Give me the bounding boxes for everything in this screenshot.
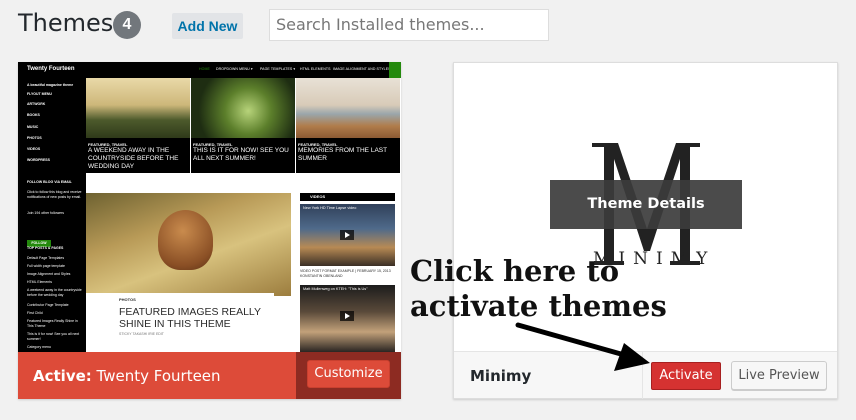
videos-heading: VIDEOS: [300, 193, 395, 201]
screenshot-tagline: A beautiful magazine theme: [27, 83, 74, 87]
theme-card-minimy[interactable]: MINIMY Theme Details Minimy Activate Liv…: [453, 62, 838, 399]
annotation-line: activate themes: [410, 289, 667, 323]
top-post-link: HTML Elements: [27, 280, 52, 284]
video-title: Matt Mullenweg on KTEH: "This is Us": [303, 287, 368, 291]
customize-button[interactable]: Customize: [307, 360, 390, 388]
video-title: New York HD Time Lapse video: [303, 206, 357, 210]
post-meta: STICKY TAKASHI IRIE EDIT: [119, 332, 164, 336]
featured-title: THIS IS IT FOR NOW! SEE YOU ALL NEXT SUM…: [193, 147, 289, 162]
featured-image-pier: [296, 78, 400, 138]
featured-caption: FEATURED, TRAVEL MEMORIES FROM THE LAST …: [296, 138, 400, 173]
top-post-link: First Child: [27, 311, 43, 315]
follow-heading: FOLLOW BLOG VIA EMAIL: [27, 180, 72, 184]
screenshot-nav-item: IMAGE ALIGNMENT AND STYLES: [333, 67, 391, 71]
post-category: PHOTOS: [119, 297, 136, 302]
theme-screenshot[interactable]: Twenty Fourteen HOME DROPDOWN MENU ▾ PAG…: [18, 62, 401, 352]
video-thumbnail: New York HD Time Lapse video: [300, 204, 395, 266]
top-post-link: This is it for now! See you all next sum…: [27, 332, 80, 341]
footer-divider: [642, 352, 643, 399]
featured-image-countryside: [86, 78, 190, 138]
follow-text: Click to follow this blog and receive no…: [27, 190, 82, 199]
live-preview-button[interactable]: Live Preview: [731, 361, 827, 390]
screenshot-brand: Twenty Fourteen: [27, 66, 75, 72]
play-icon: [340, 311, 354, 321]
top-post-link: Contributor Page Template: [27, 303, 69, 307]
videos-widget: VIDEOS New York HD Time Lapse video VIDE…: [298, 189, 401, 352]
search-input[interactable]: Search Installed themes...: [269, 9, 549, 41]
screenshot-nav-item: PAGE TEMPLATES ▾: [260, 67, 296, 71]
customize-area: Customize: [296, 352, 401, 399]
sidebar-menu-item: MUSIC: [27, 125, 39, 129]
theme-card-footer: Minimy Activate Live Preview: [454, 351, 837, 399]
theme-name: Minimy: [470, 367, 532, 385]
follow-count: Join 194 other followers: [27, 211, 64, 215]
sidebar-menu-item: BOOKS: [27, 113, 40, 117]
sidebar-menu-item: PHOTOS: [27, 136, 42, 140]
top-post-link: Default Page Templates: [27, 256, 65, 260]
sidebar-menu-item: ARTWORK: [27, 102, 46, 106]
top-post-link: Featured Images Really Shine in This The…: [27, 319, 78, 328]
featured-title: A WEEKEND AWAY IN THE COUNTRYSIDE BEFORE…: [88, 147, 179, 170]
play-icon: [340, 230, 354, 240]
screenshot-topbar: Twenty Fourteen HOME DROPDOWN MENU ▾ PAG…: [18, 62, 401, 78]
screenshot-nav-item: HTML ELEMENTS: [300, 67, 331, 71]
featured-caption: FEATURED, TRAVEL THIS IS IT FOR NOW! SEE…: [191, 138, 295, 173]
top-posts-heading: TOP POSTS & PAGES: [27, 246, 64, 250]
featured-image-plant: [191, 78, 295, 138]
top-post-link: A weekend away in the countryside before…: [27, 288, 82, 297]
video-caption: VIDEO POST FORMAT EXAMPLE | FEBRUARY 15,…: [300, 269, 391, 278]
active-prefix: Active:: [33, 367, 92, 385]
featured-title: MEMORIES FROM THE LAST SUMMER: [298, 147, 387, 162]
hero-portrait: [158, 210, 213, 270]
screenshot-sidebar: A beautiful magazine theme FLYOUT MENU A…: [18, 78, 86, 352]
theme-count-badge: 4: [113, 11, 141, 39]
active-theme-name: Twenty Fourteen: [96, 367, 221, 385]
active-theme-bar: Active: Twenty Fourteen Customize: [18, 352, 401, 399]
sidebar-menu-item: FLYOUT MENU: [27, 92, 52, 96]
active-theme-label: Active: Twenty Fourteen: [33, 367, 221, 385]
screenshot-nav-item: DROPDOWN MENU ▾: [216, 67, 253, 71]
video-thumbnail: Matt Mullenweg on KTEH: "This is Us": [300, 285, 395, 352]
activate-button[interactable]: Activate: [651, 362, 721, 390]
screenshot-search-icon: [389, 62, 401, 78]
theme-details-button[interactable]: Theme Details: [550, 180, 742, 229]
page-title: Themes: [18, 9, 114, 37]
featured-caption: FEATURED, TRAVEL A WEEKEND AWAY IN THE C…: [86, 138, 190, 173]
top-post-link: Category menu: [27, 345, 51, 349]
screenshot-nav-item: HOME: [199, 67, 210, 71]
add-new-button[interactable]: Add New: [172, 13, 243, 39]
post-card: PHOTOS FEATURED IMAGES REALLY SHINE IN T…: [86, 293, 274, 352]
sidebar-menu-item: WORDPRESS: [27, 158, 50, 162]
post-title: FEATURED IMAGES REALLY SHINE IN THIS THE…: [119, 306, 261, 330]
top-post-link: Image Alignment and Styles: [27, 272, 71, 276]
annotation-line: Click here to: [410, 254, 620, 288]
theme-card-active[interactable]: Twenty Fourteen HOME DROPDOWN MENU ▾ PAG…: [18, 62, 401, 399]
sidebar-menu-item: VIDEOS: [27, 147, 41, 151]
top-post-link: Full width page template: [27, 264, 65, 268]
annotation-text: Click here to activate themes: [410, 254, 670, 324]
